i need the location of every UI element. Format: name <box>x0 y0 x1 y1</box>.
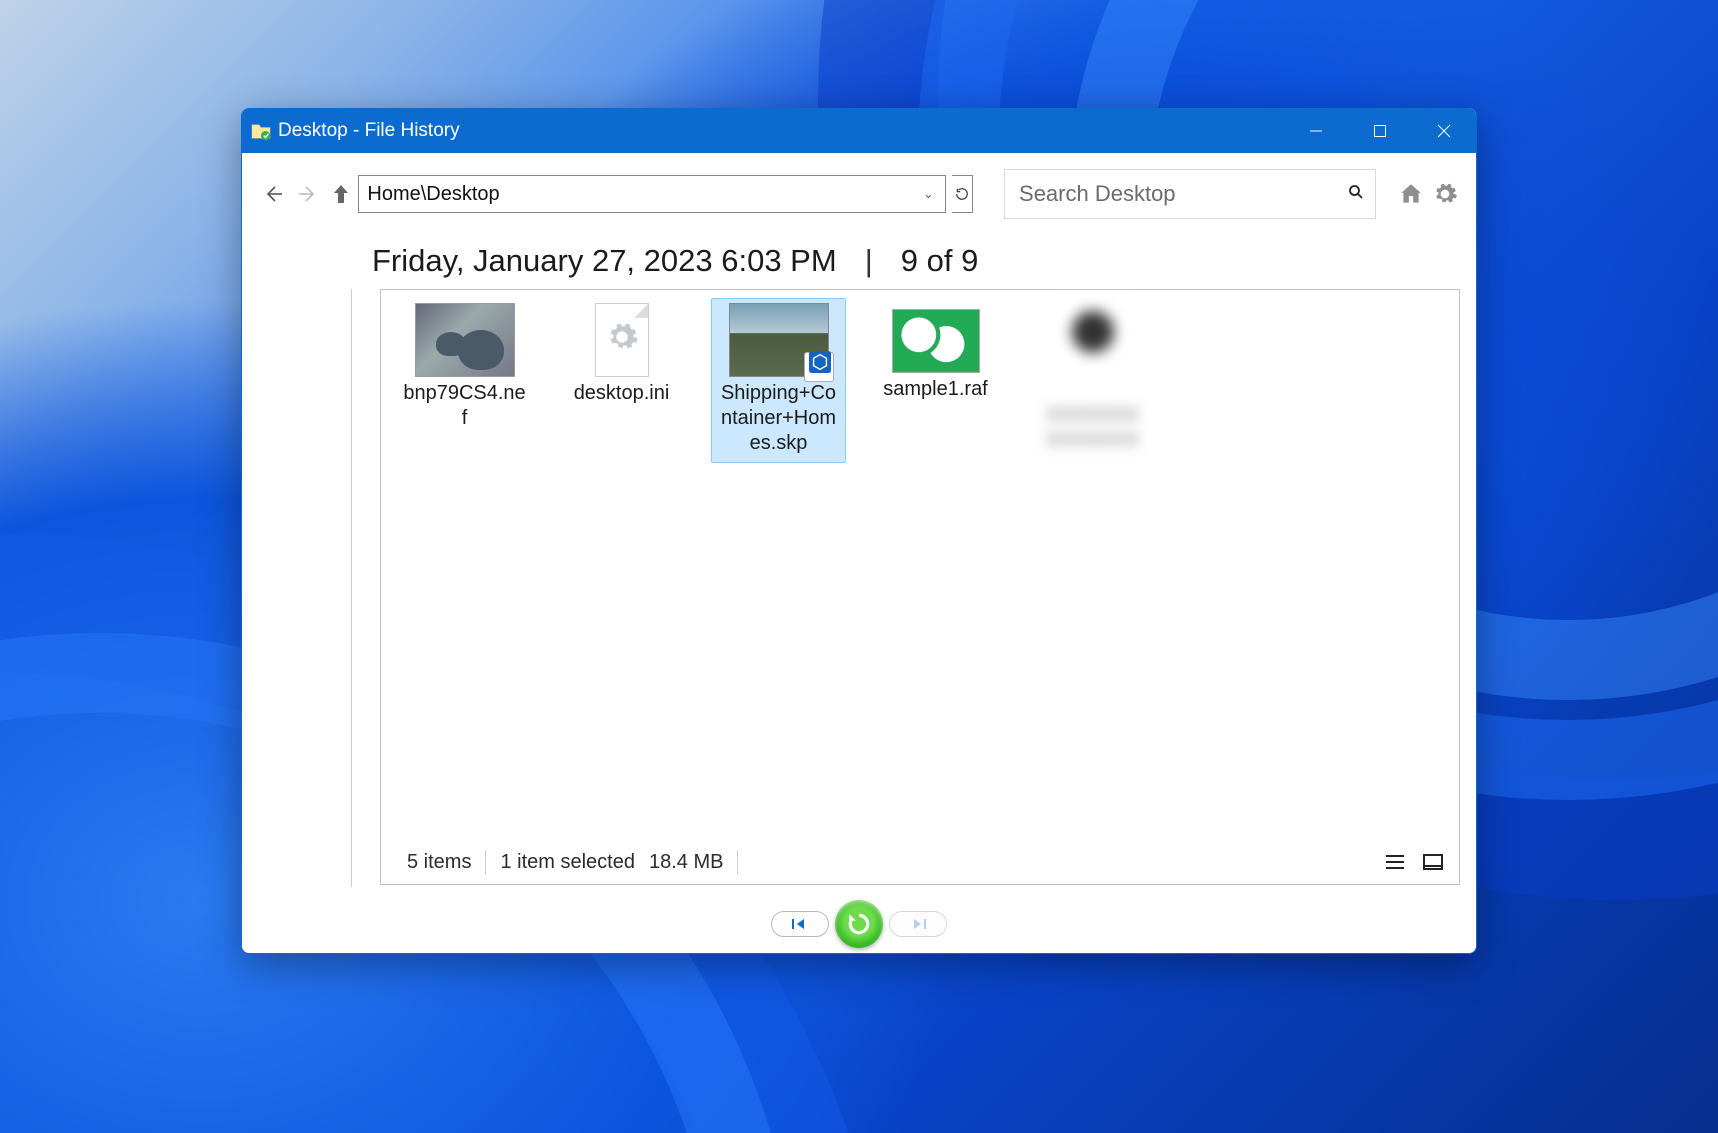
heading-separator: | <box>865 243 873 279</box>
left-pane <box>258 289 352 887</box>
snapshot-position: 9 of 9 <box>901 243 979 279</box>
snapshot-heading: Friday, January 27, 2023 6:03 PM | 9 of … <box>242 227 1476 289</box>
file-grid[interactable]: bnp79CS4.nef desktop.ini Shipping+Contai… <box>381 290 1459 840</box>
maximize-button[interactable] <box>1348 108 1412 153</box>
minimize-button[interactable] <box>1284 108 1348 153</box>
status-bar: 5 items 1 item selected 18.4 MB <box>381 840 1459 884</box>
home-icon[interactable] <box>1396 179 1426 209</box>
up-button[interactable] <box>332 183 350 205</box>
toolbar: Home\Desktop ⌄ Search Desktop <box>242 161 1476 227</box>
file-item-selected[interactable]: Shipping+Container+Homes.skp <box>711 298 846 463</box>
details-view-button[interactable] <box>1381 850 1409 874</box>
next-version-button[interactable] <box>889 911 947 937</box>
file-label: XXXXXXX XXXXXXX <box>1030 403 1155 453</box>
file-pane: bnp79CS4.nef desktop.ini Shipping+Contai… <box>380 289 1460 885</box>
file-history-window: Desktop - File History Home\Desktop ⌄ <box>241 108 1477 954</box>
snapshot-timestamp: Friday, January 27, 2023 6:03 PM <box>372 243 837 279</box>
address-dropdown-icon[interactable]: ⌄ <box>917 187 939 201</box>
file-label: sample1.raf <box>883 377 988 402</box>
address-bar[interactable]: Home\Desktop ⌄ <box>358 175 946 213</box>
file-label: Shipping+Container+Homes.skp <box>716 381 841 456</box>
ini-file-icon <box>595 303 649 377</box>
close-button[interactable] <box>1412 108 1476 153</box>
window-title: Desktop - File History <box>278 120 460 142</box>
search-box[interactable]: Search Desktop <box>1004 169 1376 219</box>
address-text: Home\Desktop <box>367 183 499 206</box>
file-item-obscured[interactable]: XXXXXXX XXXXXXX <box>1025 298 1160 460</box>
refresh-button[interactable] <box>952 175 973 213</box>
restore-button[interactable] <box>835 900 883 948</box>
file-item[interactable]: sample1.raf <box>868 298 1003 409</box>
desktop-background: Desktop - File History Home\Desktop ⌄ <box>0 0 1718 1133</box>
file-label: desktop.ini <box>574 381 670 406</box>
icons-view-button[interactable] <box>1419 850 1447 874</box>
file-label: bnp79CS4.nef <box>402 381 527 431</box>
file-item[interactable]: desktop.ini <box>554 298 689 413</box>
titlebar: Desktop - File History <box>242 108 1476 153</box>
item-count: 5 items <box>393 851 485 874</box>
image-thumbnail-icon <box>892 309 980 373</box>
forward-button[interactable] <box>293 177 322 211</box>
selection-count: 1 item selected <box>486 851 649 874</box>
blurred-thumbnail-icon <box>1051 303 1135 399</box>
search-placeholder: Search Desktop <box>1019 181 1176 207</box>
app-icon <box>250 120 272 142</box>
skp-thumbnail-icon <box>729 303 829 377</box>
gear-icon[interactable] <box>1430 179 1460 209</box>
history-nav <box>242 895 1476 953</box>
search-icon <box>1347 181 1365 207</box>
previous-version-button[interactable] <box>771 911 829 937</box>
back-button[interactable] <box>258 177 287 211</box>
image-thumbnail-icon <box>415 303 515 377</box>
file-item[interactable]: bnp79CS4.nef <box>397 298 532 438</box>
selection-size: 18.4 MB <box>649 851 737 874</box>
